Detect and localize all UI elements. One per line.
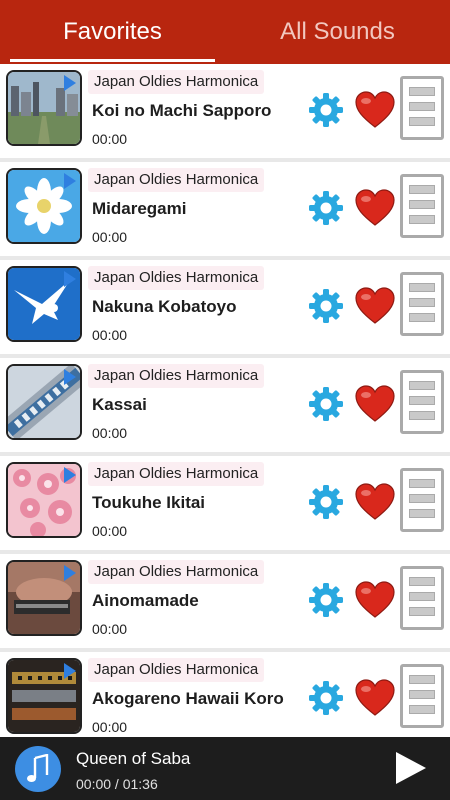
gear-icon[interactable]	[306, 286, 346, 326]
lyrics-document-icon[interactable]	[400, 370, 444, 434]
song-row[interactable]: Japan Oldies Harmonica Midaregami 00:00	[0, 162, 450, 256]
song-title: Nakuna Kobatoyo	[92, 297, 237, 316]
heart-icon[interactable]	[354, 286, 396, 326]
heart-icon[interactable]	[354, 678, 396, 718]
song-title: Toukuhe Ikitai	[92, 493, 206, 512]
play-indicator-icon	[64, 369, 76, 385]
song-category: Japan Oldies Harmonica	[88, 364, 265, 388]
song-list[interactable]: Japan Oldies Harmonica Koi no Machi Sapp…	[0, 64, 450, 737]
song-thumbnail[interactable]	[6, 266, 82, 342]
song-row[interactable]: Japan Oldies Harmonica Nakuna Kobatoyo 0…	[0, 260, 450, 354]
play-indicator-icon	[64, 565, 76, 581]
song-time: 00:00	[92, 131, 128, 147]
heart-icon[interactable]	[354, 482, 396, 522]
play-indicator-icon	[64, 75, 76, 91]
song-title: Kassai	[92, 395, 147, 414]
play-indicator-icon	[64, 467, 76, 483]
song-row[interactable]: Japan Oldies Harmonica Kassai 00:00	[0, 358, 450, 452]
song-row[interactable]: Japan Oldies Harmonica Ainomamade 00:00	[0, 554, 450, 648]
song-category: Japan Oldies Harmonica	[88, 560, 265, 584]
now-playing-bar[interactable]: Queen of Saba 00:00 / 01:36	[0, 737, 450, 800]
song-thumbnail[interactable]	[6, 168, 82, 244]
play-indicator-icon	[64, 663, 76, 679]
lyrics-document-icon[interactable]	[400, 272, 444, 336]
song-row[interactable]: Japan Oldies Harmonica Toukuhe Ikitai 00…	[0, 456, 450, 550]
lyrics-document-icon[interactable]	[400, 76, 444, 140]
song-thumbnail[interactable]	[6, 658, 82, 734]
play-indicator-icon	[64, 173, 76, 189]
song-title: Ainomamade	[92, 591, 199, 610]
gear-icon[interactable]	[306, 482, 346, 522]
song-category: Japan Oldies Harmonica	[88, 70, 265, 94]
lyrics-document-icon[interactable]	[400, 664, 444, 728]
tab-bar: Favorites All Sounds	[0, 0, 450, 64]
song-thumbnail[interactable]	[6, 560, 82, 636]
lyrics-document-icon[interactable]	[400, 566, 444, 630]
song-category: Japan Oldies Harmonica	[88, 658, 265, 682]
heart-icon[interactable]	[354, 188, 396, 228]
song-thumbnail[interactable]	[6, 462, 82, 538]
song-category: Japan Oldies Harmonica	[88, 266, 265, 290]
music-note-icon	[15, 746, 61, 792]
gear-icon[interactable]	[306, 384, 346, 424]
play-icon[interactable]	[396, 752, 426, 784]
lyrics-document-icon[interactable]	[400, 174, 444, 238]
now-playing-title: Queen of Saba	[76, 749, 191, 768]
song-title: Koi no Machi Sapporo	[92, 101, 272, 120]
heart-icon[interactable]	[354, 580, 396, 620]
song-time: 00:00	[92, 229, 128, 245]
gear-icon[interactable]	[306, 90, 346, 130]
song-time: 00:00	[92, 621, 128, 637]
tab-favorites[interactable]: Favorites	[0, 0, 225, 64]
play-indicator-icon	[64, 271, 76, 287]
song-title: Midaregami	[92, 199, 187, 218]
song-category: Japan Oldies Harmonica	[88, 462, 265, 486]
tab-all-sounds[interactable]: All Sounds	[225, 0, 450, 64]
lyrics-document-icon[interactable]	[400, 468, 444, 532]
song-thumbnail[interactable]	[6, 70, 82, 146]
gear-icon[interactable]	[306, 580, 346, 620]
gear-icon[interactable]	[306, 678, 346, 718]
song-time: 00:00	[92, 719, 128, 735]
song-category: Japan Oldies Harmonica	[88, 168, 265, 192]
heart-icon[interactable]	[354, 90, 396, 130]
now-playing-time: 00:00 / 01:36	[76, 776, 158, 792]
song-time: 00:00	[92, 425, 128, 441]
song-row[interactable]: Japan Oldies Harmonica Koi no Machi Sapp…	[0, 64, 450, 158]
song-title: Akogareno Hawaii Koro	[92, 689, 284, 708]
song-thumbnail[interactable]	[6, 364, 82, 440]
song-time: 00:00	[92, 327, 128, 343]
gear-icon[interactable]	[306, 188, 346, 228]
song-row[interactable]: Japan Oldies Harmonica Akogareno Hawaii …	[0, 652, 450, 737]
song-time: 00:00	[92, 523, 128, 539]
heart-icon[interactable]	[354, 384, 396, 424]
